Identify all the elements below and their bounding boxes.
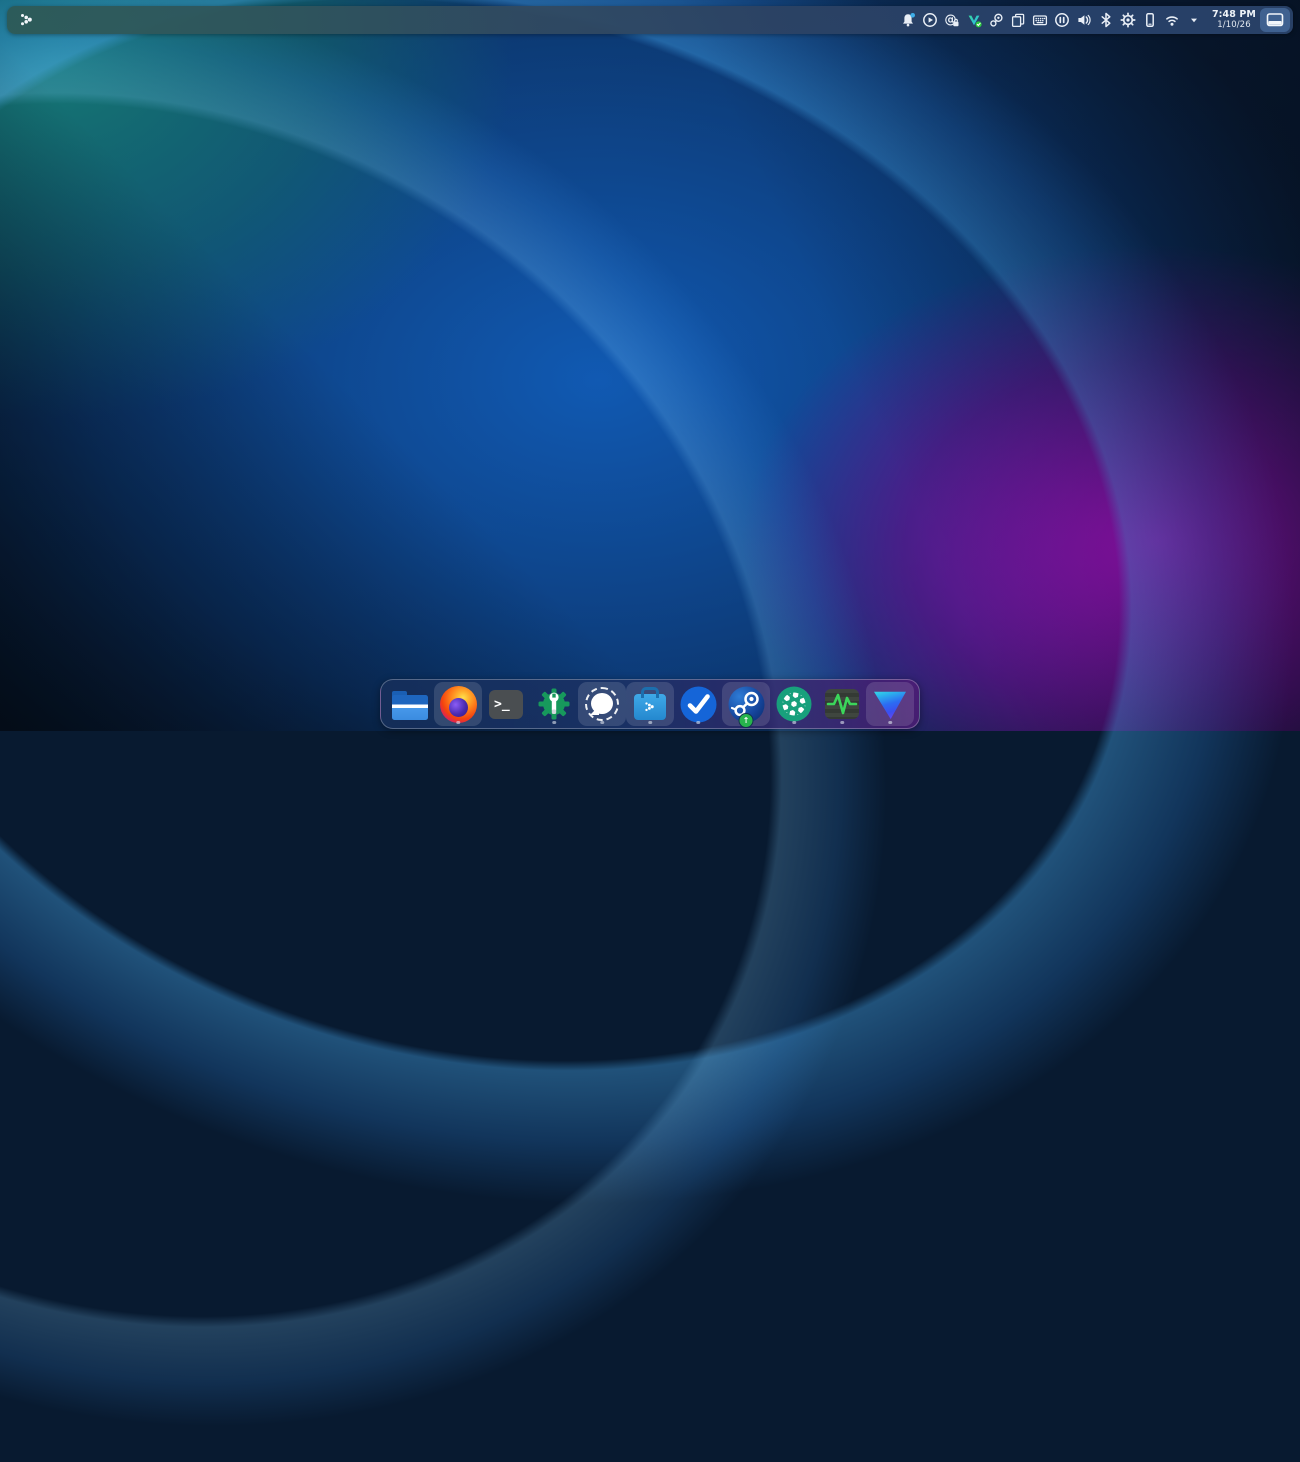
show-desktop-icon: [1266, 12, 1284, 28]
gear-wrench-icon: [536, 686, 572, 722]
notifications-icon[interactable]: [898, 9, 918, 31]
checkmark-app-icon: [680, 686, 717, 723]
protonvpn-icon: [873, 690, 907, 720]
dock-item-checkmark-app[interactable]: [674, 682, 722, 726]
dock-item-firefox[interactable]: [434, 682, 482, 726]
wallpaper-shade: [0, 0, 1300, 731]
running-indicator: [888, 721, 892, 725]
dock-item-aperture-app[interactable]: [770, 682, 818, 726]
dock-panel: >_: [380, 679, 920, 729]
dock-item-cachyos-hello[interactable]: [626, 682, 674, 726]
steam-update-badge: ↑: [739, 713, 754, 728]
pause-inhibit-icon[interactable]: [1052, 9, 1072, 31]
top-panel: @: [7, 6, 1293, 34]
keyboard-layout-icon[interactable]: [1030, 9, 1050, 31]
steam-tray-icon[interactable]: [986, 9, 1006, 31]
dock-item-system-monitor[interactable]: [818, 682, 866, 726]
toolbox-icon: [634, 694, 666, 720]
network-wifi-icon[interactable]: [1162, 9, 1182, 31]
app-launcher-button[interactable]: [16, 9, 38, 31]
settings-gear-icon[interactable]: [1118, 9, 1138, 31]
running-indicator: [600, 721, 604, 725]
dock-item-signal[interactable]: [578, 682, 626, 726]
running-indicator: [696, 721, 700, 725]
cachyos-logo-icon: [18, 11, 36, 29]
firefox-icon: [440, 686, 477, 723]
dock-item-package-tool[interactable]: [530, 682, 578, 726]
clipboard-icon[interactable]: [1008, 9, 1028, 31]
running-indicator: [840, 721, 844, 725]
show-desktop-button[interactable]: [1260, 8, 1290, 32]
digital-clock[interactable]: 7:48 PM 1/10/26: [1212, 10, 1256, 31]
system-monitor-icon: [825, 689, 859, 719]
password-manager-icon[interactable]: @: [942, 9, 962, 31]
vpn-status-icon[interactable]: [964, 9, 984, 31]
running-indicator: [456, 721, 460, 725]
kde-connect-phone-icon[interactable]: [1140, 9, 1160, 31]
dock-item-steam[interactable]: ↑: [722, 682, 770, 726]
aperture-icon: [776, 686, 812, 722]
dock-item-file-manager[interactable]: [386, 682, 434, 726]
desktop-wallpaper: [0, 0, 1300, 731]
running-indicator: [552, 721, 556, 725]
dock-item-protonvpn[interactable]: [866, 682, 914, 726]
terminal-icon: >_: [489, 690, 523, 719]
running-indicator: [648, 721, 652, 725]
clock-time: 7:48 PM: [1212, 10, 1256, 21]
dock-item-terminal[interactable]: >_: [482, 682, 530, 726]
system-tray: @: [898, 9, 1204, 31]
folder-icon: [392, 691, 428, 720]
expand-tray-chevron-icon[interactable]: [1184, 9, 1204, 31]
volume-icon[interactable]: [1074, 9, 1094, 31]
running-indicator: [792, 721, 796, 725]
clock-date: 1/10/26: [1212, 20, 1256, 31]
media-player-icon[interactable]: [920, 9, 940, 31]
bluetooth-icon[interactable]: [1096, 9, 1116, 31]
signal-icon: [584, 686, 620, 722]
